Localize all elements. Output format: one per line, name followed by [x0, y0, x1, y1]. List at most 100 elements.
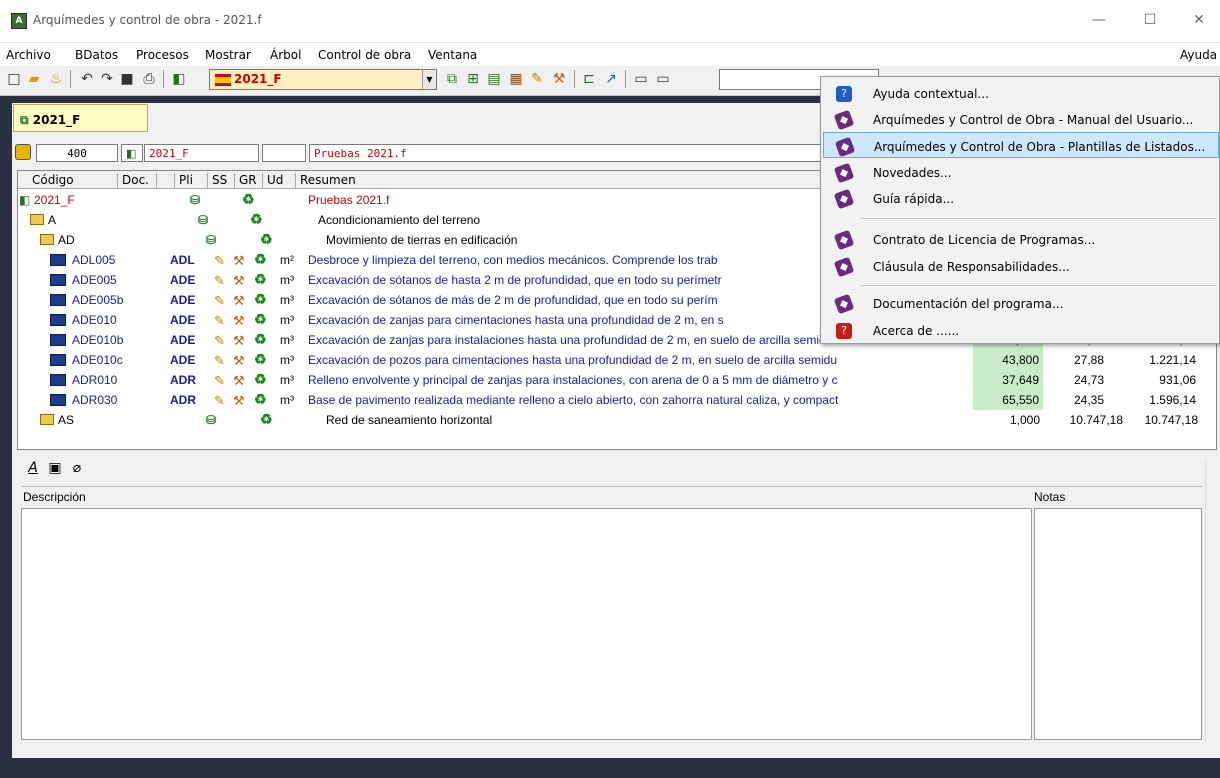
row-price: 10.747,18 [1069, 413, 1123, 427]
recycle-icon: ♻ [254, 311, 267, 327]
notes-label: Notas [1034, 490, 1066, 504]
row-code: ADE010b [72, 333, 124, 347]
specification-icon: ⛁ [198, 213, 209, 227]
undo-icon[interactable]: ↶ [78, 70, 96, 88]
menu-item-documentacion[interactable]: ◆ Documentación del programa... [823, 290, 1219, 316]
code-number-field[interactable]: 400 [36, 144, 118, 162]
menu-item-manual-usuario[interactable]: ◆ Arquímedes y Control de Obra - Manual … [823, 106, 1219, 132]
row-unit: m³ [280, 273, 294, 287]
recycle-icon: ♻ [254, 291, 267, 307]
tab-divider [22, 486, 1202, 487]
toolbar-separator [625, 70, 626, 88]
notes-textarea[interactable] [1034, 508, 1202, 740]
structure-icon[interactable]: ⊏ [580, 70, 598, 88]
unit-item-icon [50, 334, 66, 346]
row-code: ADR010 [72, 373, 118, 387]
budget-tab[interactable]: ⧉ 2021_F [13, 104, 148, 132]
close-button[interactable]: ✕ [1187, 8, 1211, 32]
database-icon: ◧ [19, 193, 31, 207]
folder-open-icon [30, 214, 44, 225]
folder-open-icon [40, 414, 54, 425]
menu-item-novedades[interactable]: ◆ Novedades... [823, 159, 1219, 185]
menu-control-de-obra[interactable]: Control de obra [318, 48, 411, 62]
row-qty: 65,550 [1002, 393, 1039, 407]
title-bar: A Arquímedes y control de obra - 2021.f … [0, 0, 1220, 43]
menu-item-label: Ayuda contextual... [873, 87, 989, 101]
qty-cell[interactable]: 43,800 [973, 350, 1043, 370]
code-field[interactable]: 2021_F [144, 144, 259, 162]
row-doc: ADE [170, 313, 196, 327]
redo-icon[interactable]: ↷ [98, 70, 116, 88]
print-icon[interactable]: ⎙ [140, 70, 158, 88]
header-ud[interactable]: Ud [263, 173, 296, 189]
budget-status-icon [15, 144, 31, 160]
menu-item-label: Arquímedes y Control de Obra - Manual de… [873, 113, 1194, 127]
menu-item-guia-rapida[interactable]: ◆ Guía rápida... [823, 185, 1219, 211]
document-icon[interactable]: ▤ [485, 70, 503, 88]
menu-item-acerca-de[interactable]: ? Acerca de ...... [823, 317, 1219, 343]
tools-icon[interactable]: ⚒ [550, 70, 568, 88]
new-file-icon[interactable]: □ [5, 70, 23, 88]
row-summary: Movimiento de tierras en edificación [326, 233, 518, 247]
header-ss[interactable]: SS [208, 173, 235, 189]
qty-cell[interactable]: 65,550 [973, 390, 1043, 410]
detail-scrollbar[interactable] [1205, 460, 1217, 742]
file-field[interactable]: Pruebas 2021.f [309, 144, 824, 162]
image-tab-icon[interactable]: ▣ [47, 460, 63, 478]
specs-icon[interactable]: ✎ [528, 70, 546, 88]
book-icon: ◆ [833, 109, 855, 131]
menu-procesos[interactable]: Procesos [136, 48, 189, 62]
unit-item-icon [50, 254, 66, 266]
menu-item-ayuda-contextual[interactable]: ? Ayuda contextual... [823, 80, 1219, 106]
text-tab-icon[interactable]: A [25, 460, 41, 478]
description-textarea[interactable] [21, 508, 1032, 740]
row-code: ADE005 [72, 273, 117, 287]
menu-bdatos[interactable]: BDatos [75, 48, 118, 62]
database-icon[interactable]: ◧ [170, 70, 188, 88]
table-row[interactable]: ADR010 ADR ✎ ⚒ ♻ m³ Relleno envolvente y… [18, 370, 1216, 390]
budget-combo[interactable]: 2021_F ▼ [209, 69, 437, 90]
menu-ayuda[interactable]: Ayuda [1180, 48, 1217, 62]
tree-expand-icon[interactable]: ⊞ [464, 70, 482, 88]
open-special-icon[interactable]: ♨ [47, 70, 65, 88]
window-cascade-icon[interactable]: ▭ [654, 70, 672, 88]
chevron-down-icon[interactable]: ▼ [422, 70, 436, 89]
menu-bar: Archivo BDatos Procesos Mostrar Árbol Co… [0, 45, 1220, 65]
menu-archivo[interactable]: Archivo [6, 48, 51, 62]
budget-combo-value: 2021_F [234, 72, 282, 86]
empty-field[interactable] [262, 144, 306, 162]
row-summary: Excavación de sótanos de más de 2 m de p… [308, 293, 718, 307]
menu-item-contrato-licencia[interactable]: ◆ Contrato de Licencia de Programas... [823, 226, 1219, 252]
window-tile-icon[interactable]: ▭ [632, 70, 650, 88]
open-folder-icon[interactable]: ▰ [25, 70, 43, 88]
header-gr[interactable]: GR [235, 173, 263, 189]
row-amount: 10.747,18 [1144, 413, 1198, 427]
pliego-icon: ✎ [214, 333, 225, 348]
graph-icon[interactable]: ↗ [602, 70, 620, 88]
row-unit: m² [280, 253, 294, 267]
save-icon[interactable]: ■ [118, 70, 136, 88]
table-row[interactable]: AS ⛁ ♻ Red de saneamiento horizontal 1,0… [18, 410, 1216, 430]
minimize-button[interactable]: — [1087, 8, 1111, 32]
menu-mostrar[interactable]: Mostrar [205, 48, 251, 62]
attachment-tab-icon[interactable]: ⌀ [69, 460, 85, 478]
unit-item-icon [50, 394, 66, 406]
menu-item-plantillas-listados[interactable]: ◆ Arquímedes y Control de Obra - Plantil… [823, 132, 1219, 158]
menu-item-clausula-responsabilidades[interactable]: ◆ Cláusula de Responsabilidades... [823, 253, 1219, 279]
header-pli[interactable]: Pli [175, 173, 208, 189]
specification-icon: ⛁ [190, 193, 201, 207]
menu-arbol[interactable]: Árbol [270, 48, 301, 62]
header-code[interactable]: Código [18, 173, 118, 189]
table-row[interactable]: ADE010c ADE ✎ ⚒ ♻ m³ Excavación de pozos… [18, 350, 1216, 370]
maximize-button[interactable]: ☐ [1138, 8, 1162, 32]
app-icon: A [11, 13, 27, 29]
row-price: 27,88 [1073, 353, 1104, 367]
table-row[interactable]: ADR030 ADR ✎ ⚒ ♻ m³ Base de pavimento re… [18, 390, 1216, 410]
row-amount: 1.221,14 [1149, 353, 1196, 367]
tree-icon[interactable]: ⧉ [443, 70, 461, 88]
chart-icon[interactable]: ▦ [507, 70, 525, 88]
menu-ventana[interactable]: Ventana [428, 48, 477, 62]
safety-icon: ⚒ [233, 253, 245, 268]
header-doc[interactable]: Doc. [118, 173, 157, 189]
qty-cell[interactable]: 37,649 [973, 370, 1043, 390]
